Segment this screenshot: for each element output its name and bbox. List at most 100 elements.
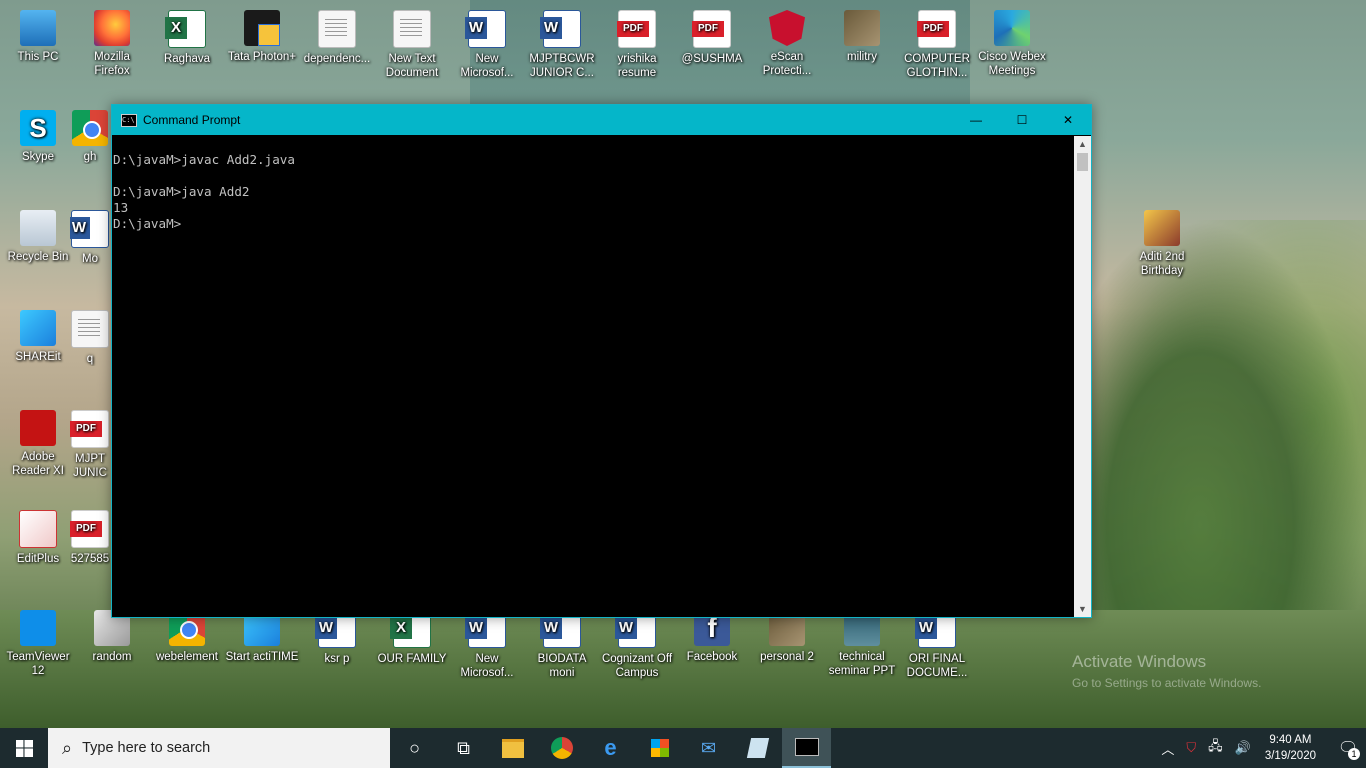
desktop-icon-personal-2[interactable]: personal 2	[750, 610, 824, 664]
start-button[interactable]	[0, 728, 48, 768]
word-icon	[465, 10, 506, 48]
desktop-icon-technical-seminar[interactable]: technical seminar PPT	[825, 610, 899, 678]
desktop-icon-this-pc[interactable]: This PC	[1, 10, 75, 64]
desktop-icon-mo[interactable]: Mo	[70, 210, 110, 266]
desktop-icon-facebook[interactable]: f Facebook	[675, 610, 749, 664]
desktop-icon-yrishika-resume[interactable]: yrishika resume	[600, 10, 674, 80]
desktop-icon-militry[interactable]: militry	[825, 10, 899, 64]
taskbar: ⌕ Type here to search ○ ⧉ e ✉ ︿ ⛉ 🖧 🔊 9:…	[0, 728, 1366, 768]
folder-photo-icon	[1144, 210, 1180, 246]
edge-icon: e	[604, 735, 617, 760]
windows-logo-icon	[15, 739, 33, 757]
mail-icon: ✉	[700, 737, 717, 758]
desktop-icon-gh[interactable]: gh	[70, 110, 110, 164]
store-taskbar-button[interactable]	[635, 728, 684, 768]
firefox-icon	[94, 10, 130, 46]
desktop-icon-mjptbcwr[interactable]: MJPTBCWR JUNIOR C...	[525, 10, 599, 80]
pc-icon	[20, 10, 56, 46]
desktop-icon-webelement[interactable]: webelement	[150, 610, 224, 664]
desktop-icon-cisco-webex[interactable]: Cisco Webex Meetings	[975, 10, 1049, 78]
network-icon[interactable]: 🖧	[1208, 737, 1223, 759]
desktop-icon-adobe-reader[interactable]: Adobe Reader XI	[1, 410, 75, 478]
desktop-icon-skype[interactable]: S Skype	[1, 110, 75, 164]
task-view-button[interactable]: ⧉	[439, 728, 488, 768]
close-button[interactable]: ✕	[1045, 105, 1091, 135]
desktop-icon-cognizant[interactable]: Cognizant Off Campus	[600, 610, 674, 680]
show-hidden-icons-chevron-icon[interactable]: ︿	[1161, 739, 1174, 758]
desktop-icon-mjpt-junior[interactable]: MJPT JUNIC	[70, 410, 110, 480]
cmd-app-icon: C:\	[121, 113, 137, 127]
notes-icon	[746, 738, 769, 758]
store-icon	[650, 739, 669, 757]
command-prompt-window[interactable]: C:\ Command Prompt — ☐ ✕ D:\javaM>javac …	[111, 104, 1092, 618]
desktop-icon-527585[interactable]: 527585	[70, 510, 110, 566]
desktop-icon-escan[interactable]: eScan Protecti...	[750, 10, 824, 78]
recycle-bin-icon	[20, 210, 56, 246]
desktop-icon-biodata-moni[interactable]: BIODATA moni	[525, 610, 599, 680]
desktop-icon-recycle-bin[interactable]: Recycle Bin	[1, 210, 75, 264]
system-tray: ︿ ⛉ 🖧 🔊 9:40 AM 3/19/2020 🗨 1	[1155, 728, 1366, 768]
desktop-icon-new-text-document[interactable]: New Text Document	[375, 10, 449, 80]
cmd-icon	[794, 738, 819, 756]
vertical-scrollbar[interactable]: ▲ ▼	[1074, 136, 1091, 617]
taskbar-clock[interactable]: 9:40 AM 3/19/2020	[1265, 732, 1316, 764]
clock-date: 3/19/2020	[1264, 750, 1316, 762]
escan-tray-icon[interactable]: ⛉	[1186, 740, 1196, 756]
taskbar-search-box[interactable]: ⌕ Type here to search	[48, 728, 390, 768]
desktop-icon-dependencies[interactable]: dependenc...	[300, 10, 374, 66]
folder-icon	[501, 738, 524, 758]
desktop-icon-ksr-p[interactable]: ksr p	[300, 610, 374, 666]
desktop-icon-q[interactable]: q	[70, 310, 110, 366]
minimize-button[interactable]: —	[953, 105, 999, 135]
desktop-icon-raghava[interactable]: Raghava	[150, 10, 224, 66]
chrome-taskbar-button[interactable]	[537, 728, 586, 768]
pdf-icon	[70, 510, 109, 548]
webex-icon	[994, 10, 1030, 46]
file-explorer-button[interactable]	[488, 728, 537, 768]
action-center-button[interactable]: 🗨 1	[1330, 738, 1366, 760]
search-icon: ⌕	[62, 737, 73, 758]
tata-photon-icon	[244, 10, 280, 46]
desktop-icon-aditi-birthday[interactable]: Aditi 2nd Birthday	[1125, 210, 1199, 278]
shareit-icon	[20, 310, 56, 346]
desktop-icon-computer-glothing[interactable]: COMPUTER GLOTHIN...	[900, 10, 974, 80]
scroll-down-arrow-icon[interactable]: ▼	[1074, 601, 1091, 617]
teamviewer-icon	[20, 610, 56, 646]
chrome-icon	[550, 737, 573, 759]
scroll-up-arrow-icon[interactable]: ▲	[1074, 136, 1091, 152]
desktop-icon-new-microsoft-2[interactable]: New Microsof...	[450, 610, 524, 680]
edge-taskbar-button[interactable]: e	[586, 728, 635, 768]
window-title-bar[interactable]: C:\ Command Prompt — ☐ ✕	[112, 105, 1091, 135]
cmd-taskbar-button[interactable]	[782, 728, 831, 768]
activate-windows-hint: Go to Settings to activate Windows.	[1072, 676, 1262, 690]
desktop-icon-new-microsoft-word[interactable]: New Microsof...	[450, 10, 524, 80]
excel-icon	[165, 10, 206, 48]
skype-icon: S	[20, 110, 56, 146]
search-placeholder: Type here to search	[82, 740, 211, 756]
desktop-icon-firefox[interactable]: Mozilla Firefox	[75, 10, 149, 78]
console-line: ​	[113, 168, 1073, 184]
volume-icon[interactable]: 🔊	[1235, 740, 1251, 756]
desktop-icon-shareit[interactable]: SHAREit	[1, 310, 75, 364]
desktop-icon-sushma[interactable]: @SUSHMA	[675, 10, 749, 66]
notes-taskbar-button[interactable]	[733, 728, 782, 768]
maximize-button[interactable]: ☐	[999, 105, 1045, 135]
text-file-icon	[318, 10, 356, 48]
mail-taskbar-button[interactable]: ✉	[684, 728, 733, 768]
desktop-icon-editplus[interactable]: EditPlus	[1, 510, 75, 566]
console-prompt-line: D:\javaM>	[113, 216, 182, 231]
desktop-icon-ori-final[interactable]: ORI FINAL DOCUME...	[900, 610, 974, 680]
desktop-icon-our-family[interactable]: OUR FAMILY	[375, 610, 449, 666]
desktop-icon-tata-photon[interactable]: Tata Photon+	[225, 10, 299, 64]
console-output[interactable]: D:\javaM>javac Add2.java​D:\javaM>java A…	[112, 136, 1073, 617]
pdf-icon	[692, 10, 731, 48]
clock-time: 9:40 AM	[1269, 734, 1312, 746]
desktop-icon-start-actitime[interactable]: Start actiTIME	[225, 610, 299, 664]
desktop-icon-teamviewer[interactable]: TeamViewer 12	[1, 610, 75, 678]
pdf-icon	[70, 410, 109, 448]
cortana-button[interactable]: ○	[390, 728, 439, 768]
activate-windows-watermark: Activate Windows	[1072, 652, 1207, 671]
scroll-thumb[interactable]	[1077, 153, 1088, 171]
desktop-icon-random[interactable]: random	[75, 610, 149, 664]
chrome-icon	[72, 110, 108, 146]
